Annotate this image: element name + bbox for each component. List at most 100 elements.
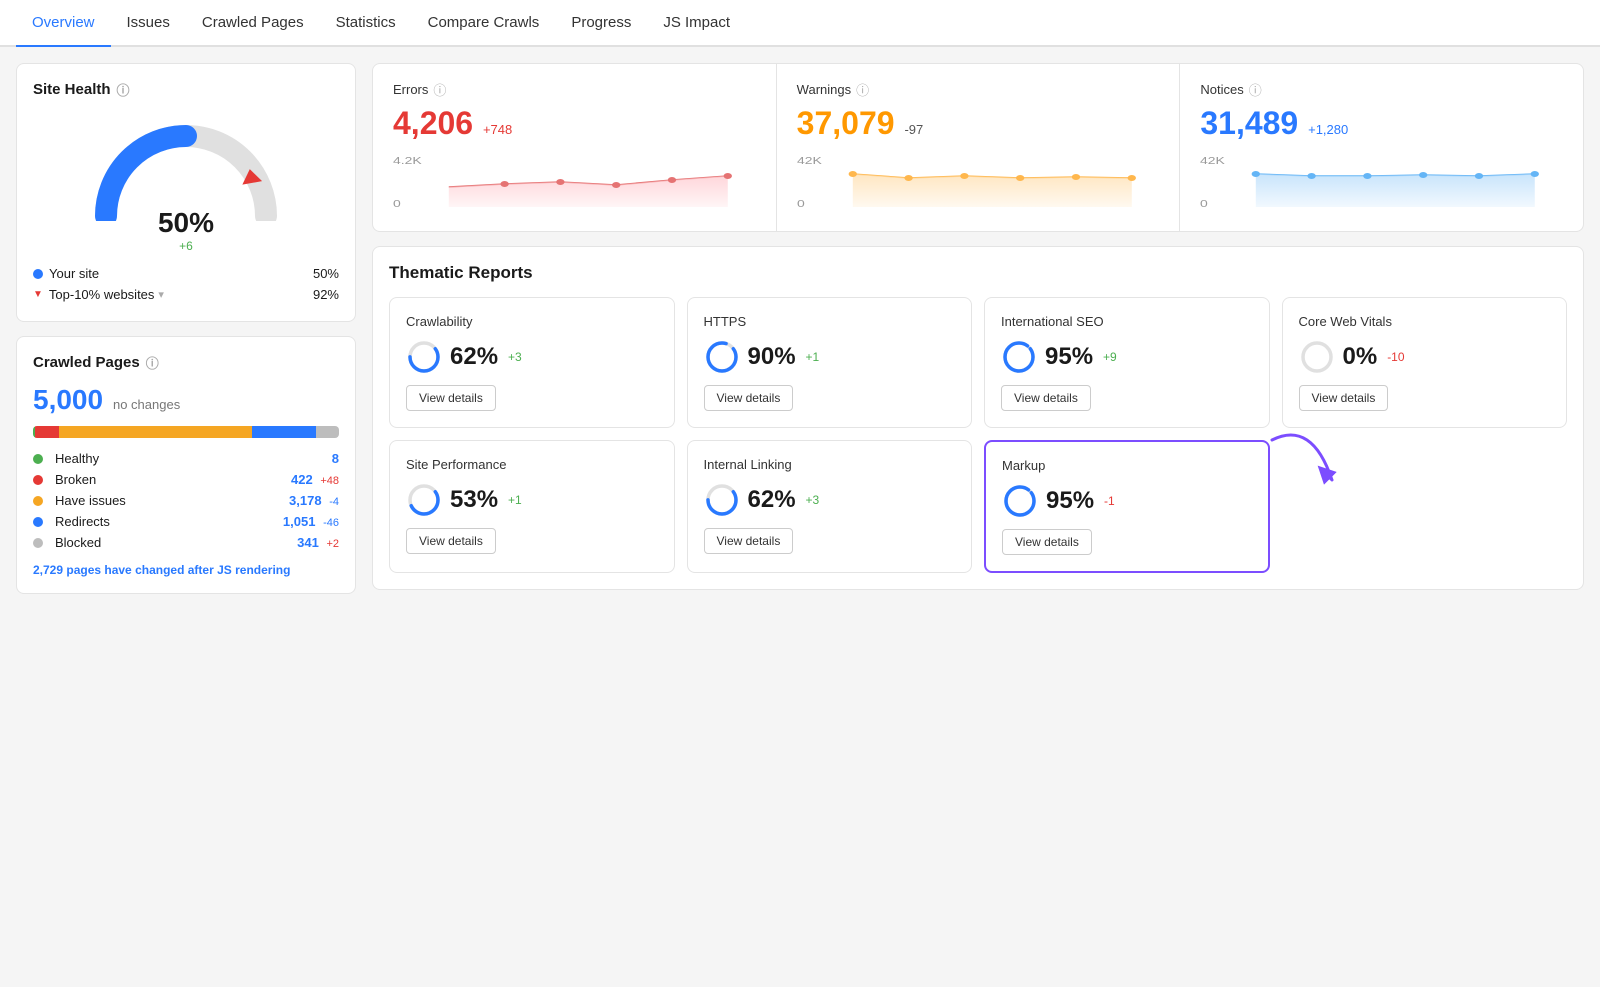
markup-metric: 95% -1 — [1002, 483, 1252, 519]
cwv-metric: 0% -10 — [1299, 339, 1551, 375]
intl-seo-name: International SEO — [1001, 314, 1253, 329]
healthy-dot — [33, 454, 43, 464]
markup-ring — [1002, 483, 1038, 519]
changed-pages-text: 2,729 pages have changed after JS render… — [33, 563, 339, 577]
svg-text:42K: 42K — [797, 155, 822, 167]
stat-have-issues: Have issues 3,178 -4 — [33, 490, 339, 511]
internal-linking-view-details[interactable]: View details — [704, 528, 794, 554]
thematic-row-1: Crawlability 62% +3 View details HTTPS — [389, 297, 1567, 428]
crawlability-view-details[interactable]: View details — [406, 385, 496, 411]
thematic-row-2: Site Performance 53% +1 View details Int… — [389, 440, 1567, 573]
gauge-percent: 50% — [158, 207, 214, 239]
seg-issues — [59, 426, 252, 438]
metrics-row: Errors ⓘ 4,206 +748 4 — [372, 63, 1584, 232]
crawled-count: 5,000 — [33, 384, 103, 415]
crawled-pages-info-icon[interactable]: ⓘ — [146, 353, 159, 372]
blocked-dot — [33, 538, 43, 548]
site-health-info-icon[interactable]: ⓘ — [117, 80, 130, 99]
crawled-progress-bar — [33, 426, 339, 438]
warnings-label: Warnings ⓘ — [797, 80, 1160, 99]
curved-arrow-svg — [1252, 420, 1372, 540]
cwv-ring — [1299, 339, 1335, 375]
errors-label: Errors ⓘ — [393, 80, 756, 99]
nav-progress[interactable]: Progress — [555, 0, 647, 45]
top10-chevron[interactable]: ▾ — [158, 288, 164, 301]
top10-triangle-icon: ▼ — [33, 289, 43, 300]
main-content: Site Health ⓘ 50% +6 — [0, 47, 1600, 987]
warnings-delta: -97 — [904, 122, 923, 137]
https-view-details[interactable]: View details — [704, 385, 794, 411]
nav-compare-crawls[interactable]: Compare Crawls — [412, 0, 556, 45]
stat-redirects: Redirects 1,051 -46 — [33, 511, 339, 532]
your-site-legend: Your site 50% — [33, 263, 339, 284]
nav-overview[interactable]: Overview — [16, 0, 111, 47]
site-perf-view-details[interactable]: View details — [406, 528, 496, 554]
your-site-dot — [33, 269, 43, 279]
gauge-svg — [86, 111, 286, 221]
report-https: HTTPS 90% +1 View details — [687, 297, 973, 428]
svg-text:42K: 42K — [1200, 155, 1225, 167]
stat-blocked: Blocked 341 +2 — [33, 532, 339, 553]
svg-text:0: 0 — [797, 198, 805, 210]
gauge-delta: +6 — [158, 239, 214, 253]
gauge-container: 50% +6 — [33, 111, 339, 253]
internal-linking-ring — [704, 482, 740, 518]
notices-value: 31,489 — [1200, 105, 1298, 141]
report-markup: Markup 95% -1 View details — [984, 440, 1270, 573]
warnings-value: 37,079 — [797, 105, 895, 141]
cwv-name: Core Web Vitals — [1299, 314, 1551, 329]
internal-linking-metric: 62% +3 — [704, 482, 956, 518]
notices-info-icon[interactable]: ⓘ — [1249, 80, 1262, 99]
warnings-metric: Warnings ⓘ 37,079 -97 — [777, 64, 1181, 231]
intl-seo-view-details[interactable]: View details — [1001, 385, 1091, 411]
crawlability-name: Crawlability — [406, 314, 658, 329]
svg-text:0: 0 — [393, 198, 401, 210]
svg-text:4.2K: 4.2K — [393, 155, 422, 167]
notices-label: Notices ⓘ — [1200, 80, 1563, 99]
nav-js-impact[interactable]: JS Impact — [647, 0, 746, 45]
https-metric: 90% +1 — [704, 339, 956, 375]
seg-redirects — [252, 426, 316, 438]
site-perf-ring — [406, 482, 442, 518]
errors-metric: Errors ⓘ 4,206 +748 4 — [373, 64, 777, 231]
intl-seo-metric: 95% +9 — [1001, 339, 1253, 375]
right-main: Errors ⓘ 4,206 +748 4 — [372, 63, 1584, 971]
seg-blocked — [316, 426, 339, 438]
stat-healthy: Healthy 8 — [33, 448, 339, 469]
site-health-title: Site Health ⓘ — [33, 80, 339, 99]
crawled-pages-card: Crawled Pages ⓘ 5,000 no changes Healthy — [16, 336, 356, 594]
report-internal-linking: Internal Linking 62% +3 View details — [687, 440, 973, 573]
nav-issues[interactable]: Issues — [111, 0, 186, 45]
warnings-info-icon[interactable]: ⓘ — [856, 80, 869, 99]
https-name: HTTPS — [704, 314, 956, 329]
redirects-dot — [33, 517, 43, 527]
crawlability-ring — [406, 339, 442, 375]
cwv-view-details[interactable]: View details — [1299, 385, 1389, 411]
crawled-sub: no changes — [113, 397, 180, 412]
site-perf-name: Site Performance — [406, 457, 658, 472]
internal-linking-name: Internal Linking — [704, 457, 956, 472]
markup-view-details[interactable]: View details — [1002, 529, 1092, 555]
errors-value: 4,206 — [393, 105, 473, 141]
gauge-center: 50% +6 — [158, 207, 214, 253]
errors-info-icon[interactable]: ⓘ — [433, 80, 446, 99]
thematic-reports-title: Thematic Reports — [389, 263, 1567, 283]
errors-sparkline: 4.2K 0 — [393, 152, 756, 215]
top-navigation: Overview Issues Crawled Pages Statistics… — [0, 0, 1600, 47]
stat-broken: Broken 422 +48 — [33, 469, 339, 490]
nav-crawled-pages[interactable]: Crawled Pages — [186, 0, 320, 45]
thematic-reports-section: Thematic Reports Crawlability 62% +3 Vie… — [372, 246, 1584, 590]
nav-statistics[interactable]: Statistics — [320, 0, 412, 45]
top10-legend: ▼ Top-10% websites ▾ 92% — [33, 284, 339, 305]
sidebar: Site Health ⓘ 50% +6 — [16, 63, 356, 971]
report-core-web-vitals: Core Web Vitals 0% -10 View details — [1282, 297, 1568, 428]
report-crawlability: Crawlability 62% +3 View details — [389, 297, 675, 428]
crawlability-metric: 62% +3 — [406, 339, 658, 375]
warnings-sparkline: 42K 0 — [797, 152, 1160, 215]
report-international-seo: International SEO 95% +9 View details — [984, 297, 1270, 428]
notices-metric: Notices ⓘ 31,489 +1,280 — [1180, 64, 1583, 231]
arrow-annotation-area — [1282, 440, 1568, 573]
seg-broken — [35, 426, 59, 438]
notices-sparkline: 42K 0 — [1200, 152, 1563, 215]
crawled-count-row: 5,000 no changes — [33, 384, 339, 416]
